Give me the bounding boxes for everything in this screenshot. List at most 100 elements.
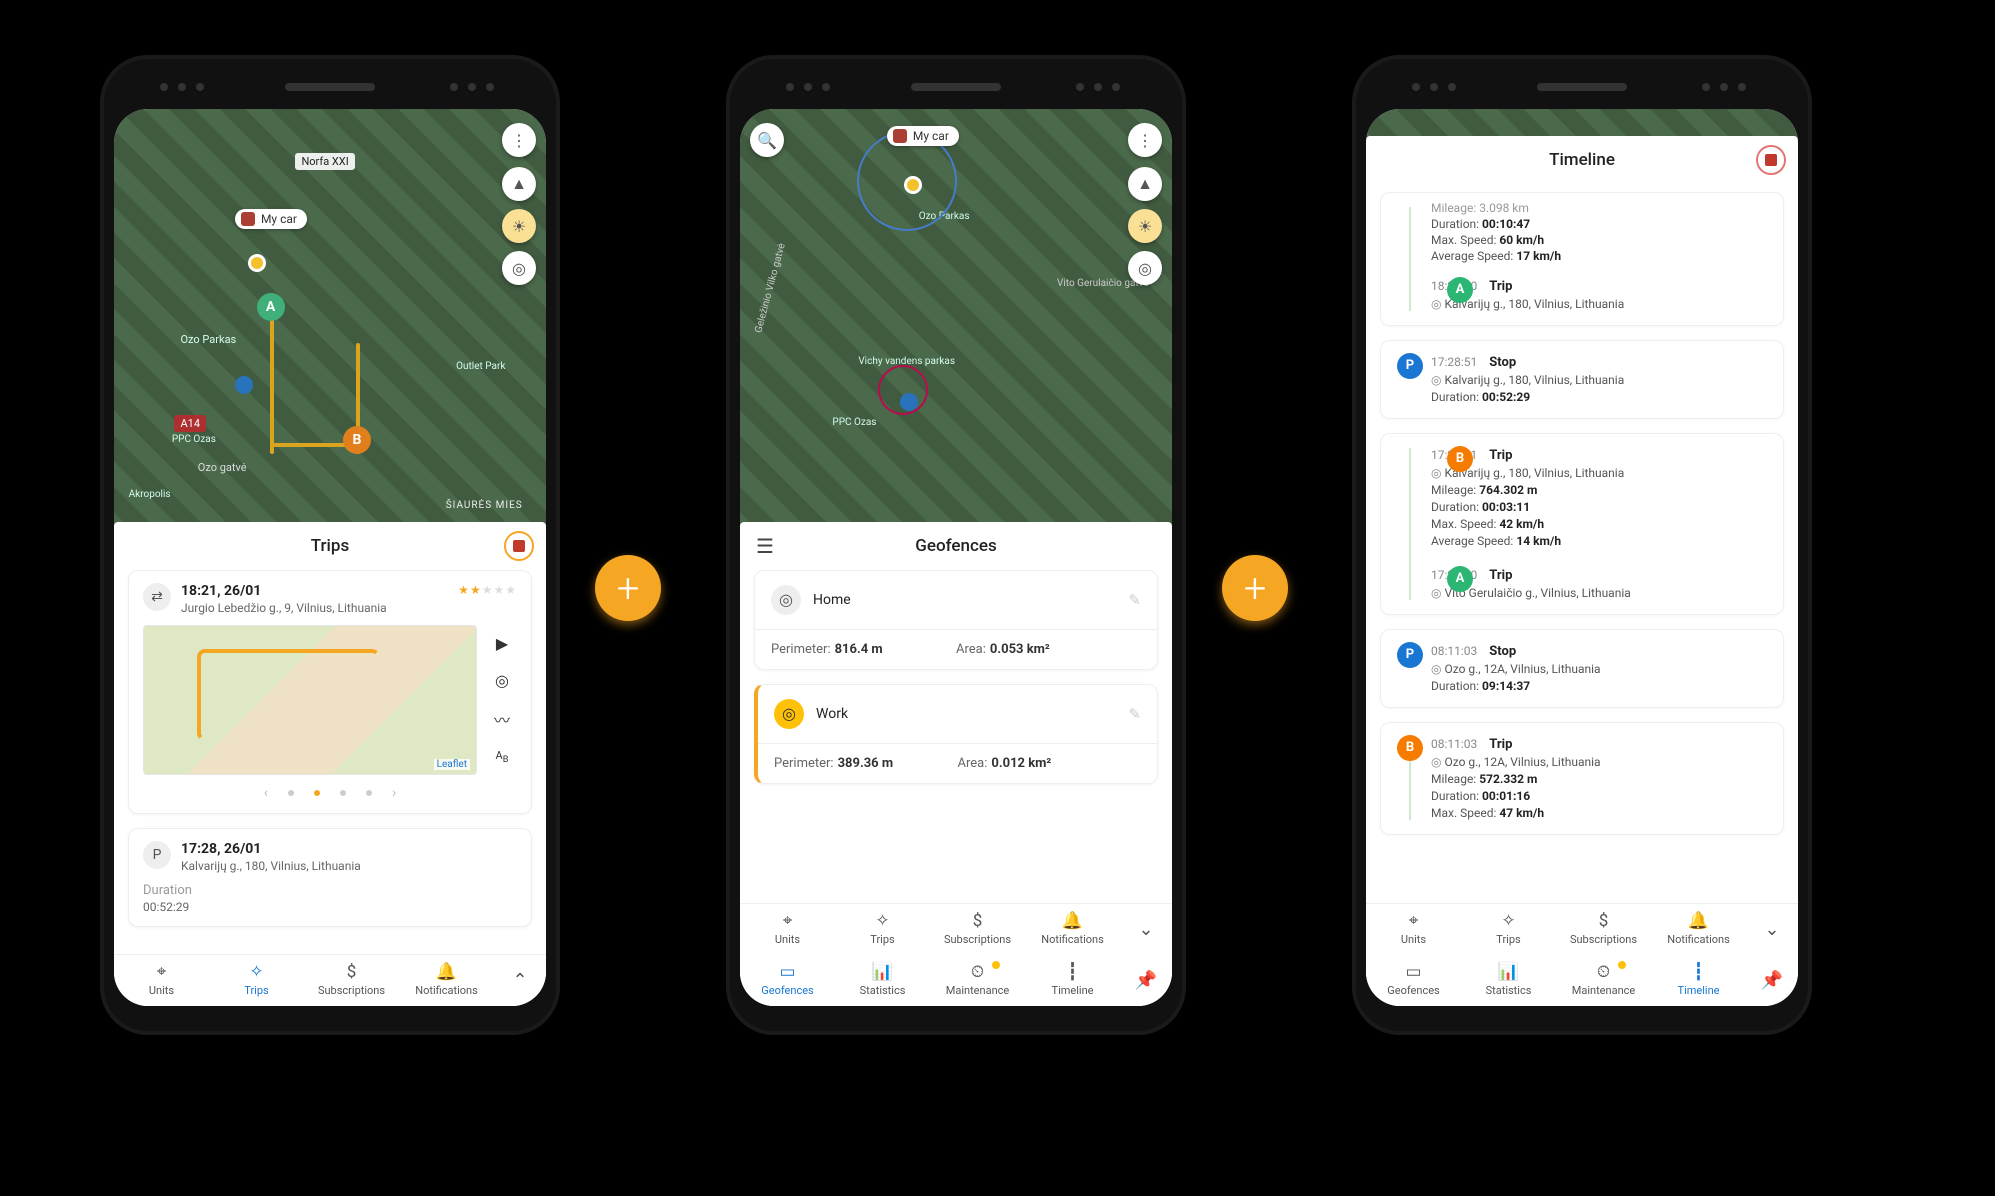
vehicle-filter-button[interactable]	[1756, 145, 1786, 175]
nav-subscriptions[interactable]: $Subscriptions	[1556, 904, 1651, 955]
sheet-title: Timeline	[1549, 150, 1615, 170]
map-label: Geležinio Vilko gatvė	[750, 236, 791, 341]
sun-button[interactable]: ☀	[502, 209, 536, 243]
timeline-entry[interactable]: B 08:11:03Trip Ozo g., 12A, Vilnius, Lit…	[1380, 722, 1784, 835]
nav-notifications[interactable]: 🔔Notifications	[1651, 904, 1746, 955]
geofence-card-home[interactable]: ◎ Home ✎ Perimeter:816.4 m Area:0.053 km…	[754, 570, 1158, 670]
bell-icon: 🔔	[1062, 913, 1083, 930]
pager-prev[interactable]: ‹	[264, 785, 268, 801]
nav-statistics[interactable]: 📊Statistics	[835, 955, 930, 1006]
phone-geofences: Ozo Parkas Vichy vandens parkas PPC Ozas…	[726, 55, 1186, 1035]
nav-geofences[interactable]: ▭Geofences	[740, 955, 835, 1006]
trip-card[interactable]: ⇄ 18:21, 26/01 Jurgio Lebedžio g., 9, Vi…	[128, 570, 532, 814]
timeline-entry[interactable]: P 08:11:03Stop Ozo g., 12A, Vilnius, Lit…	[1380, 629, 1784, 708]
bell-icon: 🔔	[436, 964, 457, 981]
nav-maintenance[interactable]: ⏲Maintenance	[930, 955, 1025, 1006]
sheet-title: Trips	[311, 536, 349, 556]
node-p: P	[1397, 353, 1423, 379]
nav-geofences[interactable]: ▭Geofences	[1366, 955, 1461, 1006]
gauge-icon: ⏲	[971, 964, 984, 981]
car-chip[interactable]: My car	[235, 209, 307, 229]
car-chip[interactable]: My car	[887, 126, 959, 146]
stop-time: 17:28, 26/01	[181, 841, 361, 857]
current-location-dot	[235, 376, 253, 394]
map-label: Outlet Park	[450, 359, 511, 374]
sheet-header: Trips	[114, 522, 546, 570]
sun-button[interactable]: ☀	[1128, 209, 1162, 243]
trip-thumbnail: Leaflet	[143, 625, 477, 775]
parking-icon: P	[143, 841, 171, 869]
current-location-dot	[900, 393, 918, 411]
nav-units[interactable]: ⌖Units	[114, 955, 209, 1006]
nav-pin[interactable]: 📌	[1120, 970, 1172, 991]
duration-label: Duration	[143, 883, 517, 898]
graph-icon[interactable]: 〰	[494, 707, 510, 731]
vehicle-filter-button[interactable]	[504, 531, 534, 561]
nav-collapse[interactable]: ⌄	[1746, 919, 1798, 940]
node-a: A	[1447, 566, 1473, 592]
nav-maintenance[interactable]: ⏲Maintenance	[1556, 955, 1651, 1006]
play-icon[interactable]: ▶	[496, 634, 508, 653]
timeline-icon: ┇	[1067, 964, 1077, 981]
compass-button[interactable]: ▲	[1128, 167, 1162, 201]
ab-icon[interactable]: AB	[496, 749, 509, 765]
stop-card[interactable]: P 17:28, 26/01 Kalvarijų g., 180, Vilniu…	[128, 828, 532, 927]
nav-pin[interactable]: 📌	[1746, 970, 1798, 991]
target-icon: ◎	[771, 585, 801, 615]
locate-button[interactable]: ◎	[502, 251, 536, 285]
fence-icon: ▭	[779, 964, 795, 981]
edit-icon[interactable]: ✎	[1128, 705, 1141, 723]
search-button[interactable]: 🔍	[750, 123, 784, 157]
sheet-header: Timeline	[1366, 136, 1798, 184]
leaflet-attribution: Leaflet	[434, 759, 470, 770]
route-segment	[270, 309, 274, 454]
pin-icon: ⌖	[783, 913, 793, 930]
trip-time: 18:21, 26/01	[181, 583, 448, 599]
timeline-entry[interactable]: P 17:28:51Stop Kalvarijų g., 180, Vilniu…	[1380, 340, 1784, 419]
plus-badge: +	[595, 555, 661, 621]
nav-collapse[interactable]: ⌄	[1120, 919, 1172, 940]
timeline-entry[interactable]: B 17:28:51Trip Kalvarijų g., 180, Vilniu…	[1380, 433, 1784, 615]
nav-subscriptions[interactable]: $Subscriptions	[930, 904, 1025, 955]
map-label: Akropolis	[123, 487, 177, 502]
trip-rating: ★★★★★	[458, 583, 517, 597]
thumbnail-pager[interactable]: ‹ ›	[143, 785, 517, 801]
map-menu-button[interactable]: ⋮	[502, 123, 536, 157]
bell-icon: 🔔	[1688, 913, 1709, 930]
stop-address: Kalvarijų g., 180, Vilnius, Lithuania	[181, 859, 361, 873]
nav-notifications[interactable]: 🔔Notifications	[1025, 904, 1120, 955]
locate-button[interactable]: ◎	[1128, 251, 1162, 285]
sheet-title: Geofences	[915, 536, 996, 556]
tl-mileage: Mileage: 3.098 km	[1431, 201, 1767, 215]
map-label: Norfa XXI	[295, 153, 354, 170]
nav-timeline[interactable]: ┇Timeline	[1025, 955, 1120, 1006]
nav-trips[interactable]: ✧Trips	[1461, 904, 1556, 955]
dollar-icon: $	[1599, 913, 1609, 930]
node-p: P	[1397, 642, 1423, 668]
timeline-entry[interactable]: Mileage: 3.098 km Duration: 00:10:47 Max…	[1380, 192, 1784, 326]
duration-value: 00:52:29	[143, 900, 517, 914]
nav-subscriptions[interactable]: $Subscriptions	[304, 955, 399, 1006]
pin-icon: ⌖	[157, 964, 167, 981]
nav-units[interactable]: ⌖Units	[1366, 904, 1461, 955]
menu-icon[interactable]: ☰	[756, 534, 774, 558]
target-icon[interactable]: ◎	[495, 671, 509, 690]
node-b: B	[1447, 446, 1473, 472]
nav-trips[interactable]: ✧Trips	[835, 904, 930, 955]
geofence-name: Home	[813, 592, 851, 608]
geofence-card-work[interactable]: ◎ Work ✎ Perimeter:389.36 m Area:0.012 k…	[754, 684, 1158, 784]
pager-next[interactable]: ›	[392, 785, 396, 801]
map-label: PPC Ozas	[826, 415, 882, 430]
dollar-icon: $	[347, 964, 357, 981]
nav-trips[interactable]: ✧Trips	[209, 955, 304, 1006]
nav-units[interactable]: ⌖Units	[740, 904, 835, 955]
nav-notifications[interactable]: 🔔Notifications	[399, 955, 494, 1006]
edit-icon[interactable]: ✎	[1128, 591, 1141, 609]
nav-statistics[interactable]: 📊Statistics	[1461, 955, 1556, 1006]
nav-expand[interactable]: ⌃	[494, 970, 546, 991]
marker-a: A	[257, 293, 285, 321]
map-menu-button[interactable]: ⋮	[1128, 123, 1162, 157]
compass-button[interactable]: ▲	[502, 167, 536, 201]
nav-timeline[interactable]: ┇Timeline	[1651, 955, 1746, 1006]
route-icon: ✧	[249, 964, 263, 981]
